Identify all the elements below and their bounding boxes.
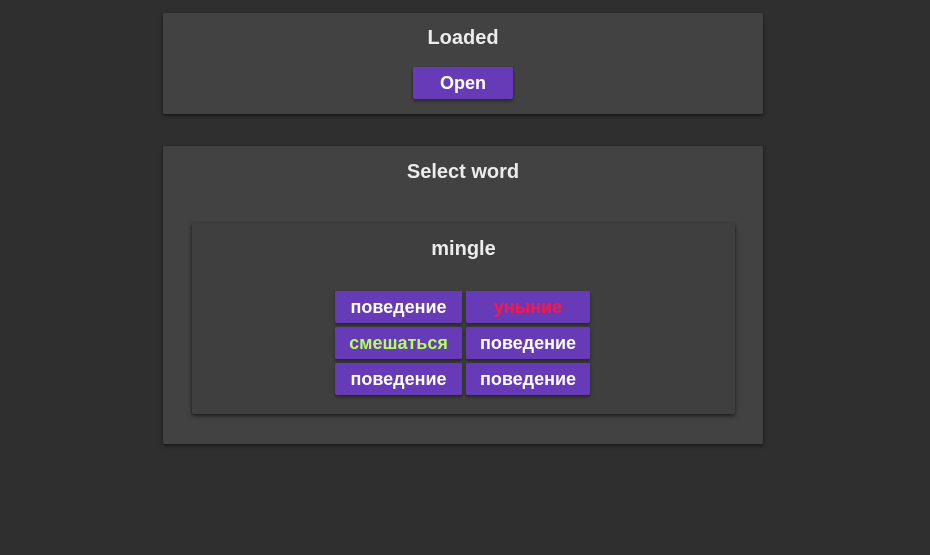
quiz-card: mingle поведение уныние смешаться поведе… bbox=[192, 223, 735, 414]
answer-option-button[interactable]: смешаться bbox=[335, 327, 462, 359]
answer-option-button[interactable]: поведение bbox=[466, 363, 590, 395]
open-button[interactable]: Open bbox=[413, 67, 513, 99]
answer-option-button[interactable]: уныние bbox=[466, 291, 590, 323]
loaded-title: Loaded bbox=[427, 27, 499, 49]
quiz-word: mingle bbox=[431, 238, 496, 260]
answer-option-button[interactable]: поведение bbox=[335, 363, 462, 395]
select-word-card: Select word mingle поведение уныние смеш… bbox=[163, 146, 763, 444]
answer-option-button[interactable]: поведение bbox=[466, 327, 590, 359]
select-word-title: Select word bbox=[406, 161, 520, 183]
loaded-card: Loaded Open bbox=[163, 13, 763, 114]
answer-option-button[interactable]: поведение bbox=[335, 291, 462, 323]
